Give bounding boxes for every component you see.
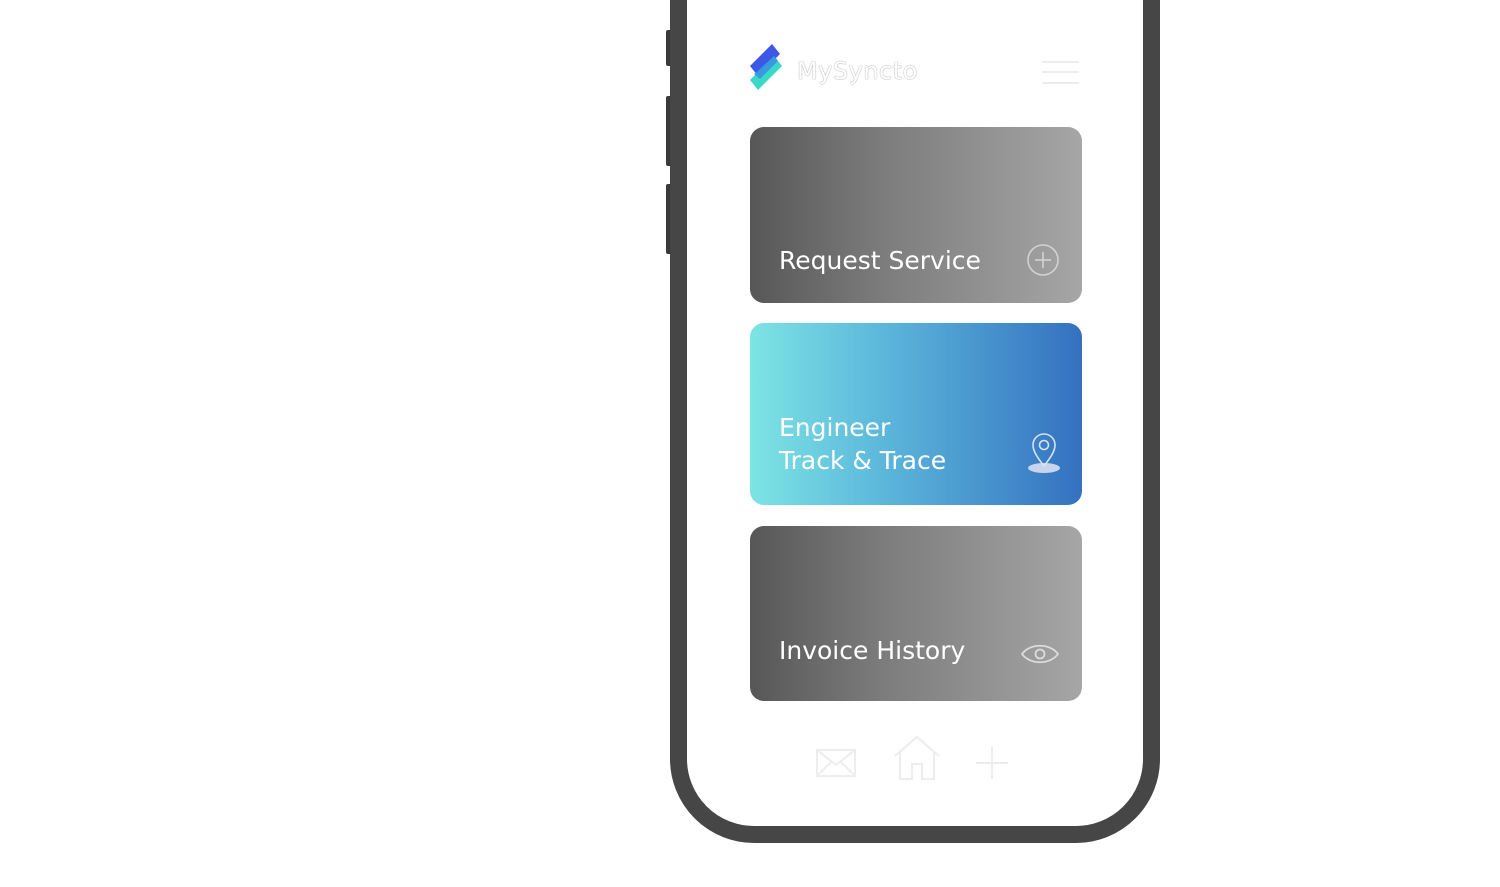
eye-icon: [1020, 644, 1060, 664]
mail-icon[interactable]: [815, 746, 857, 778]
engineer-label: Engineer: [779, 413, 891, 442]
invoice-history-card[interactable]: Invoice History: [750, 526, 1082, 701]
hamburger-menu-icon[interactable]: [1040, 58, 1082, 88]
request-service-card[interactable]: Request Service: [750, 127, 1082, 303]
track-trace-label: Track & Trace: [779, 446, 947, 475]
app-logo-icon: [750, 44, 782, 90]
location-pin-icon: [1028, 433, 1060, 473]
plus-icon[interactable]: [974, 745, 1010, 781]
engineer-track-trace-card[interactable]: Engineer Track & Trace: [750, 323, 1082, 505]
request-service-label: Request Service: [779, 246, 981, 275]
screen: MySyncto Request Service Engineer Track …: [0, 0, 1500, 887]
app-brand-name: MySyncto: [797, 57, 918, 85]
invoice-history-label: Invoice History: [779, 636, 966, 665]
home-icon[interactable]: [893, 734, 941, 780]
plus-circle-icon: [1027, 244, 1059, 276]
